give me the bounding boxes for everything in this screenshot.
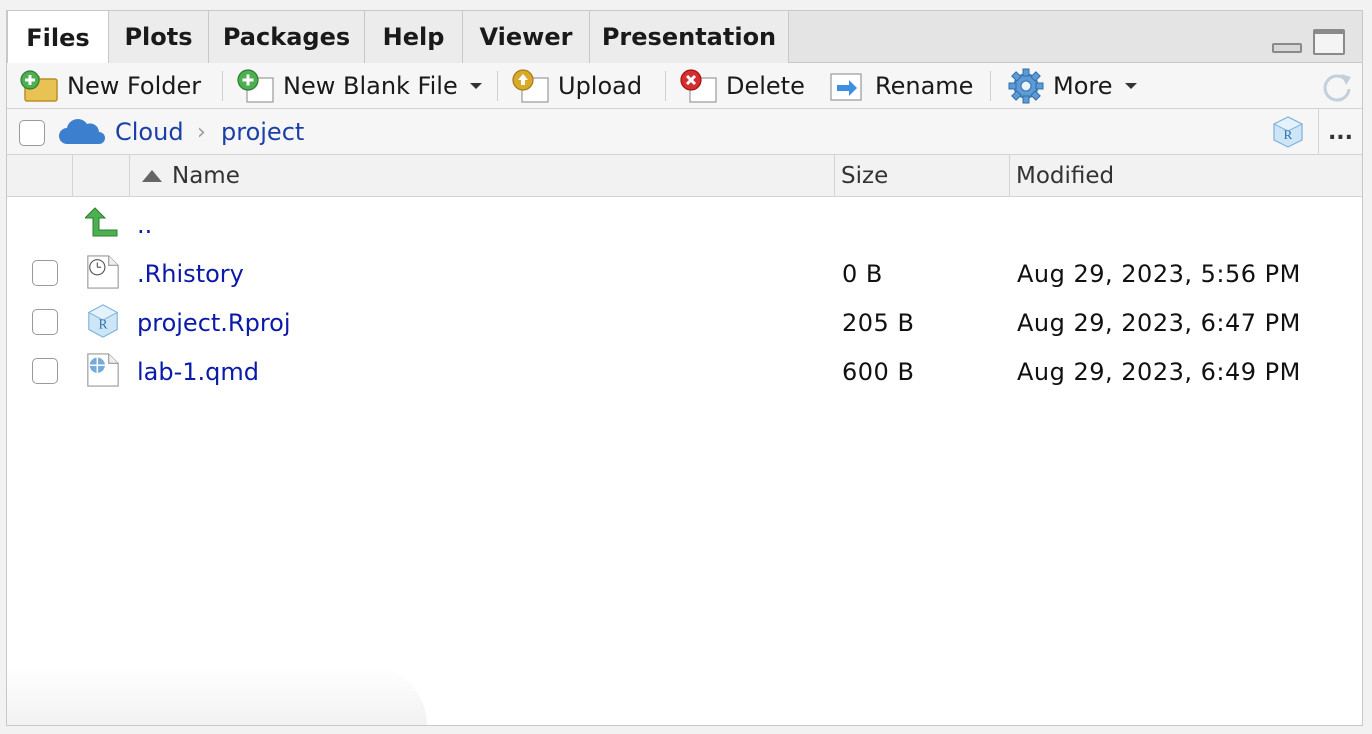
file-size: 600 B (842, 357, 915, 386)
file-modified: Aug 29, 2023, 6:49 PM (1017, 357, 1301, 386)
more-label: More (1053, 72, 1113, 100)
name-column-label: Name (172, 163, 240, 189)
upload-label: Upload (558, 72, 643, 100)
new-folder-button[interactable]: New Folder (19, 63, 201, 109)
breadcrumb-separator: › (197, 119, 206, 145)
tab-label: Presentation (601, 23, 777, 51)
delete-label: Delete (726, 72, 805, 100)
rename-button[interactable]: Rename (827, 63, 973, 109)
file-size: 0 B (842, 259, 883, 288)
bottom-shadow (7, 665, 427, 725)
tab-label: Help (382, 23, 445, 51)
icon-column-header (72, 155, 129, 197)
overflow-menu-label: ... (1327, 119, 1354, 145)
upload-button[interactable]: Upload (510, 63, 642, 109)
breadcrumb-root-label: Cloud (115, 118, 184, 146)
tab-label: Files (26, 23, 90, 52)
tab-label: Viewer (479, 23, 573, 51)
maximize-pane-button[interactable] (1313, 29, 1345, 55)
tab-help[interactable]: Help (365, 11, 463, 63)
modified-column-header[interactable]: Modified (1009, 155, 1363, 197)
new-blank-file-label: New Blank File (283, 72, 458, 100)
tab-viewer[interactable]: Viewer (463, 11, 590, 63)
new-blank-file-button[interactable]: New Blank File (235, 63, 482, 109)
select-all-checkbox[interactable] (19, 120, 45, 146)
upload-icon (512, 69, 549, 103)
new-folder-label: New Folder (67, 72, 202, 100)
files-toolbar: New Folder New Blank File Upload Delete … (7, 63, 1362, 109)
sort-ascending-icon (142, 170, 162, 182)
file-modified: Aug 29, 2023, 5:56 PM (1017, 259, 1301, 288)
row-checkbox[interactable] (32, 358, 58, 384)
breadcrumb-cloud-link[interactable]: Cloud (115, 109, 184, 155)
breadcrumb-project-link[interactable]: project (221, 109, 304, 155)
toolbar-divider (497, 71, 498, 101)
svg-text:R: R (1284, 127, 1293, 142)
table-row[interactable]: R project.Rproj 205 B Aug 29, 2023, 6:47… (7, 298, 1362, 347)
chevron-down-icon (469, 83, 482, 89)
tab-plots[interactable]: Plots (109, 11, 209, 63)
table-row[interactable]: .Rhistory 0 B Aug 29, 2023, 5:56 PM (7, 249, 1362, 298)
quarto-file-icon (87, 353, 119, 387)
rproj-file-icon: R (87, 304, 119, 338)
minimize-pane-button[interactable] (1272, 43, 1302, 53)
more-button[interactable]: More (1007, 63, 1137, 109)
up-arrow-icon (85, 207, 118, 237)
tab-label: Packages (222, 23, 351, 51)
parent-directory-link[interactable]: .. (137, 200, 152, 249)
table-row[interactable]: lab-1.qmd 600 B Aug 29, 2023, 6:49 PM (7, 347, 1362, 396)
svg-text:R: R (99, 317, 108, 332)
delete-button[interactable]: Delete (678, 63, 805, 109)
breadcrumb: Cloud › project R ... (7, 109, 1362, 155)
tab-presentation[interactable]: Presentation (590, 11, 789, 63)
toolbar-divider (665, 71, 666, 101)
tab-packages[interactable]: Packages (209, 11, 365, 63)
tab-files[interactable]: Files (7, 11, 109, 64)
new-folder-icon (20, 70, 58, 102)
history-file-icon (87, 255, 119, 289)
file-name-link[interactable]: lab-1.qmd (137, 347, 259, 396)
tab-bar: Files Plots Packages Help Viewer Present… (7, 11, 1362, 64)
file-name-link[interactable]: .Rhistory (137, 249, 244, 298)
size-column-header[interactable]: Size (834, 155, 1009, 197)
modified-column-label: Modified (1016, 163, 1115, 189)
refresh-icon[interactable] (1319, 69, 1355, 105)
row-checkbox[interactable] (32, 309, 58, 335)
toolbar-divider (222, 71, 223, 101)
toolbar-divider (990, 71, 991, 101)
name-column-header[interactable]: Name (129, 155, 834, 197)
size-column-label: Size (841, 163, 889, 189)
rename-icon (830, 73, 862, 101)
breadcrumb-current-label: project (221, 118, 305, 146)
file-name-link[interactable]: project.Rproj (137, 298, 291, 347)
rproj-go-to-project-icon[interactable]: R (1271, 115, 1305, 149)
gear-icon (1008, 68, 1044, 104)
row-checkbox[interactable] (32, 260, 58, 286)
tab-label: Plots (124, 23, 193, 51)
parent-directory-row[interactable]: .. (7, 200, 1362, 249)
cloud-icon (59, 119, 105, 144)
chevron-down-icon (1124, 83, 1137, 89)
files-pane: Files Plots Packages Help Viewer Present… (6, 10, 1363, 726)
more-options-button[interactable]: ... (1318, 109, 1362, 155)
new-file-icon (237, 69, 274, 103)
file-modified: Aug 29, 2023, 6:47 PM (1017, 308, 1301, 337)
rename-label: Rename (875, 72, 974, 100)
file-table-header: Name Size Modified (7, 155, 1362, 197)
delete-icon (680, 69, 717, 103)
file-size: 205 B (842, 308, 915, 337)
